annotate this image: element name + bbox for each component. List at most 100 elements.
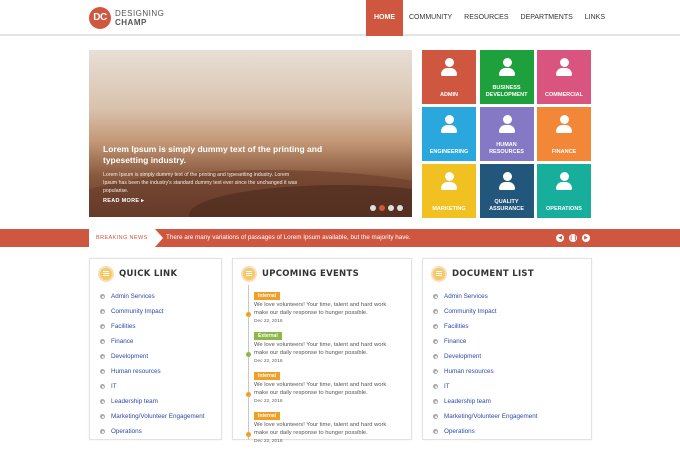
bullet-icon [100, 369, 105, 374]
list-item[interactable]: Operations [100, 424, 204, 439]
breaking-news-text[interactable]: There are many variations of passages of… [166, 229, 411, 247]
list-icon [98, 266, 114, 282]
read-more-link[interactable]: READ MORE ▸ [103, 198, 144, 204]
bullet-icon [100, 429, 105, 434]
quick-link-panel: QUICK LINK Admin Services Community Impac… [89, 258, 222, 440]
event-text: We love volunteers! Your time, talent an… [254, 302, 387, 316]
list-item[interactable]: Leadership team [433, 394, 537, 409]
tile-label: ENGINEERING [429, 148, 469, 155]
list-item-label: Leadership team [444, 398, 491, 405]
list-item[interactable]: Facilities [433, 319, 537, 334]
list-item-label: Development [444, 353, 482, 360]
list-item[interactable]: Leadership team [100, 394, 204, 409]
list-item[interactable]: Development [433, 349, 537, 364]
bullet-icon [433, 429, 438, 434]
logo[interactable]: DC DESIGNING CHAMP [89, 7, 169, 29]
list-item-label: Finance [111, 338, 134, 345]
read-more-label: READ MORE [103, 198, 140, 204]
previous-icon[interactable]: ◀ [556, 234, 564, 242]
list-item[interactable]: Community Impact [100, 304, 204, 319]
breaking-news-tag: BREAKING NEWS [89, 229, 163, 247]
list-item[interactable]: IT [100, 379, 204, 394]
main-nav: HOME COMMUNITY RESOURCES DEPARTMENTS LIN… [366, 0, 611, 36]
list-item[interactable]: Human resources [100, 364, 204, 379]
panel-header: QUICK LINK [98, 266, 177, 282]
hero-title: Lorem Ipsum is simply dummy text of the … [103, 144, 323, 165]
nav-home[interactable]: HOME [366, 0, 403, 36]
slider-dot[interactable] [370, 205, 376, 211]
upcoming-events-panel: UPCOMING EVENTS Internal We love voluntee… [232, 258, 412, 444]
event-tag: External [254, 332, 282, 340]
news-controls: ◀ ❙❙ ▶ [556, 234, 590, 242]
tile-label: BUSINESS DEVELOPMENT [485, 85, 528, 98]
bullet-icon [100, 294, 105, 299]
bullet-icon [433, 324, 438, 329]
bullet-icon [433, 294, 438, 299]
slider-dots [370, 205, 403, 211]
tile-label: HUMAN RESOURCES [489, 142, 524, 155]
tile-operations[interactable]: OPERATIONS [537, 164, 591, 218]
list-item[interactable]: Admin Services [433, 289, 537, 304]
tile-marketing[interactable]: MARKETING [422, 164, 476, 218]
tile-commercial[interactable]: COMMERCIAL [537, 50, 591, 104]
document-icon [431, 266, 447, 282]
nav-departments[interactable]: DEPARTMENTS [515, 0, 579, 36]
document-list: Admin Services Community Impact Facilities… [433, 289, 537, 439]
tile-admin[interactable]: ADMIN [422, 50, 476, 104]
bullet-icon [433, 339, 438, 344]
slider-dot[interactable] [388, 205, 394, 211]
list-item[interactable]: Marketing/Volunteer Engagement [433, 409, 537, 424]
list-item[interactable]: Operations [433, 424, 537, 439]
bullet-icon [433, 384, 438, 389]
list-item[interactable]: Community Impact [433, 304, 537, 319]
bullet-icon [100, 339, 105, 344]
timeline-dot [246, 312, 251, 317]
nav-links[interactable]: LINKS [579, 0, 611, 36]
breaking-news-bar: BREAKING NEWS There are many variations … [0, 229, 680, 247]
tile-finance[interactable]: FINANCE [537, 107, 591, 161]
list-item-label: Leadership team [111, 398, 158, 405]
bullet-icon [433, 354, 438, 359]
bullet-icon [100, 354, 105, 359]
list-item-label: Facilities [444, 323, 469, 330]
list-item[interactable]: Facilities [100, 319, 204, 334]
list-item[interactable]: Finance [433, 334, 537, 349]
list-item-label: IT [444, 383, 450, 390]
list-item[interactable]: Marketing/Volunteer Engagement [100, 409, 204, 424]
calendar-icon [241, 266, 257, 282]
list-item-label: Community Impact [444, 308, 497, 315]
panel-title: UPCOMING EVENTS [262, 269, 359, 279]
list-item-label: Admin Services [111, 293, 155, 300]
event-tag: Internal [254, 372, 281, 380]
tile-engineering[interactable]: ENGINEERING [422, 107, 476, 161]
event-date: Dec 22, 2018 [254, 439, 283, 444]
nav-community[interactable]: COMMUNITY [403, 0, 458, 36]
list-item-label: Human resources [111, 368, 161, 375]
list-item[interactable]: Finance [100, 334, 204, 349]
hero-slider: Lorem Ipsum is simply dummy text of the … [89, 50, 412, 217]
list-item[interactable]: Development [100, 349, 204, 364]
panel-title: DOCUMENT LIST [452, 269, 534, 279]
pause-icon[interactable]: ❙❙ [569, 234, 577, 242]
list-item[interactable]: Admin Services [100, 289, 204, 304]
bullet-icon [433, 309, 438, 314]
tile-label: MARKETING [432, 205, 466, 212]
list-item-label: Community Impact [111, 308, 164, 315]
event-date: Dec 22, 2018 [254, 399, 283, 404]
tile-quality-assurance[interactable]: QUALITY ASSURANCE [479, 164, 534, 218]
user-headset-icon [555, 172, 573, 192]
panel-header: UPCOMING EVENTS [241, 266, 359, 282]
list-item-label: Human resources [444, 368, 494, 375]
slider-dot[interactable] [397, 205, 403, 211]
next-icon[interactable]: ▶ [582, 234, 590, 242]
nav-resources[interactable]: RESOURCES [458, 0, 514, 36]
tile-business-development[interactable]: BUSINESS DEVELOPMENT [479, 50, 534, 104]
bullet-icon [100, 414, 105, 419]
bullet-icon [433, 369, 438, 374]
event-text: We love volunteers! Your time, talent an… [254, 422, 387, 436]
list-item[interactable]: Human resources [433, 364, 537, 379]
tile-human-resources[interactable]: HUMAN RESOURCES [479, 107, 534, 161]
list-item[interactable]: IT [433, 379, 537, 394]
list-item-label: Development [111, 353, 149, 360]
slider-dot-active[interactable] [379, 205, 385, 211]
